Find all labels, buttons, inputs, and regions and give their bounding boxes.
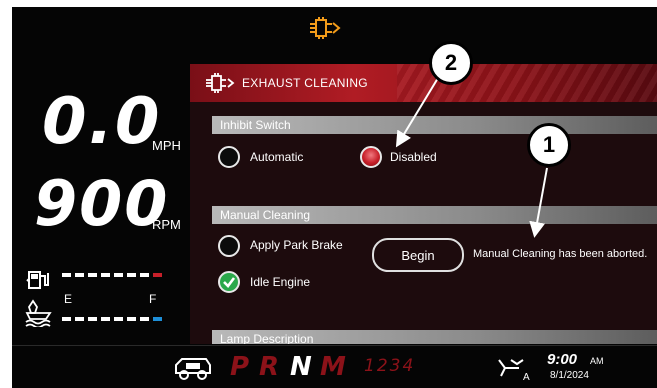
gauge-segment (127, 317, 136, 321)
fuel-gauge (62, 273, 166, 277)
gauge-segment (114, 273, 123, 277)
disabled-label: Disabled (390, 150, 437, 164)
callout-2: 2 (429, 41, 473, 85)
gear-numbers: 1234 (364, 356, 416, 376)
section-title: Manual Cleaning (220, 208, 311, 222)
gauge-segment (62, 273, 71, 277)
lamp-description-header: Lamp Description (212, 330, 657, 344)
exhaust-filter-icon (310, 17, 341, 39)
clock-date: 8/1/2024 (550, 370, 589, 381)
steering-auto-icon: A (498, 359, 530, 382)
manual-cleaning-header: Manual Cleaning (212, 206, 657, 224)
park-brake-label: Apply Park Brake (250, 238, 343, 252)
automatic-label: Automatic (250, 150, 304, 164)
rpm-unit: RPM (152, 217, 181, 232)
gauge-segment (114, 317, 123, 321)
park-brake-indicator (218, 235, 240, 257)
idle-engine-label: Idle Engine (250, 275, 311, 289)
begin-button[interactable]: Begin (372, 238, 464, 272)
panel-header: EXHAUST CLEANING (190, 64, 657, 102)
gauge-segment (88, 317, 97, 321)
exhaust-filter-icon (206, 73, 235, 93)
gear-r: R (259, 352, 280, 382)
gauge-segment (140, 317, 149, 321)
callout-1: 1 (527, 123, 571, 167)
gear-p: P (230, 352, 250, 382)
cleaning-status-message: Manual Cleaning has been aborted. (473, 248, 648, 260)
section-title: Lamp Description (220, 332, 314, 344)
gauge-segment (101, 273, 110, 277)
def-empty-label: E (64, 292, 73, 306)
gear-m: M (320, 352, 346, 382)
speed-unit: MPH (152, 138, 181, 153)
panel-title: EXHAUST CLEANING (242, 76, 368, 90)
gauge-segment (62, 317, 71, 321)
exhaust-cleaning-panel: EXHAUST CLEANING Inhibit Switch Automati… (190, 64, 657, 344)
def-gauge (62, 317, 166, 321)
gauge-segment (101, 317, 110, 321)
svg-text:A: A (523, 372, 530, 382)
park-brake-icon (175, 358, 211, 380)
gauge-segment (75, 273, 84, 277)
speed-readout: 0.0 (42, 85, 162, 159)
display-screen: 0.0 MPH 900 RPM E F EXHAUST CLEANING Inh… (12, 7, 657, 388)
bottom-status-bar: P R N M 1234 A 9:00 AM 8/1/2024 (12, 345, 657, 388)
gear-n: N (290, 352, 312, 382)
def-fluid-icon (25, 299, 52, 327)
def-full-label: F (149, 292, 157, 306)
gauge-segment (127, 273, 136, 277)
gauge-segment (88, 273, 97, 277)
gauge-segment (153, 317, 162, 321)
gauge-segment (153, 273, 162, 277)
check-icon (218, 271, 240, 293)
inhibit-switch-header: Inhibit Switch (212, 116, 657, 134)
gauge-segment (140, 273, 149, 277)
clock-time: 9:00 (547, 351, 578, 368)
rpm-readout: 900 (34, 167, 170, 240)
section-title: Inhibit Switch (220, 118, 291, 132)
clock-ampm: AM (590, 356, 604, 366)
fuel-pump-icon (26, 271, 49, 289)
disabled-radio[interactable] (360, 146, 382, 168)
automatic-radio[interactable] (218, 146, 240, 168)
gauge-segment (75, 317, 84, 321)
